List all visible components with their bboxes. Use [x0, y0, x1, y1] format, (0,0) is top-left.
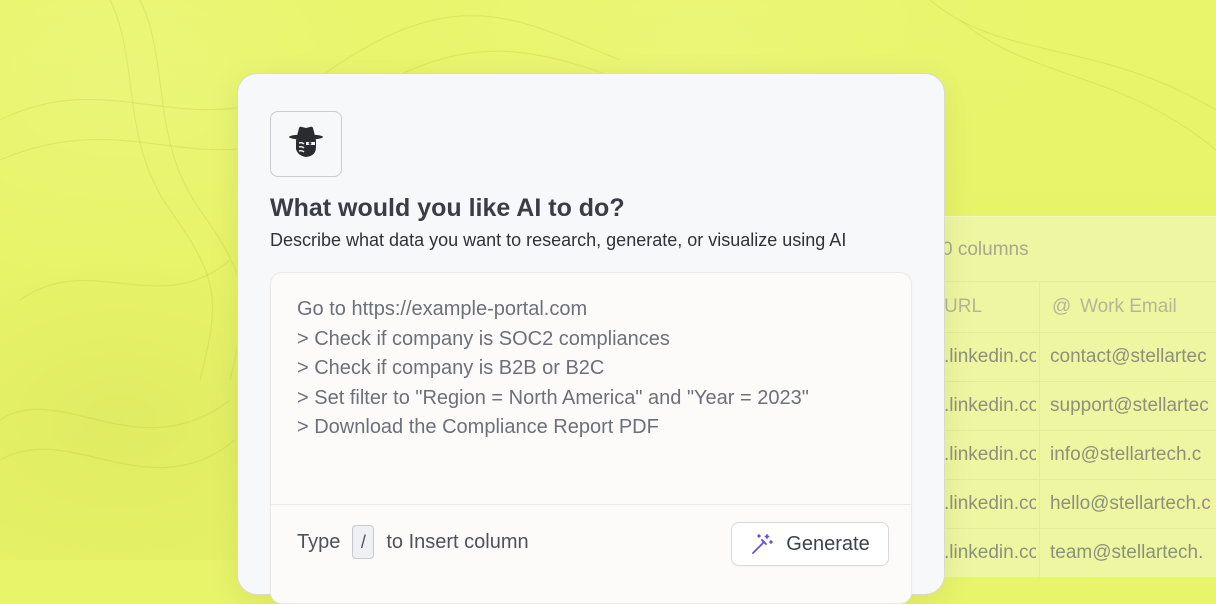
page-subtitle: Describe what data you want to research,… [270, 230, 847, 250]
table-row: .linkedin.co info@stellartech.c [900, 430, 1216, 480]
background-table: 0 columns URL @ Work Email .linkedin.co … [900, 216, 1216, 581]
logo-box [270, 111, 342, 177]
at-icon: @ [1052, 296, 1072, 317]
prompt-input[interactable]: Go to https://example-portal.com > Check … [270, 272, 912, 604]
insert-column-hint: Type / to Insert column [297, 525, 529, 559]
email-cell: info@stellartech.c [1050, 444, 1202, 465]
prompt-divider [271, 504, 911, 505]
prompt-line: > Check if company is SOC2 compliances [297, 327, 670, 350]
magic-wand-icon [750, 532, 774, 556]
url-cell: .linkedin.co [944, 395, 1036, 416]
table-header-row: URL @ Work Email [900, 281, 1216, 333]
detective-hat-icon [288, 125, 324, 164]
table-row: .linkedin.co hello@stellartech.c [900, 479, 1216, 529]
header-url: URL [944, 296, 983, 317]
table-row: .linkedin.co contact@stellartec [900, 332, 1216, 382]
hint-text-before: Type [297, 530, 341, 553]
email-cell: contact@stellartec [1050, 346, 1207, 367]
url-cell: .linkedin.co [944, 346, 1036, 367]
email-cell: team@stellartech. [1050, 542, 1204, 563]
prompt-line: > Set filter to "Region = North America"… [297, 386, 809, 409]
ai-prompt-card: What would you like AI to do? Describe w… [237, 73, 945, 604]
table-row: .linkedin.co support@stellartec [900, 381, 1216, 431]
email-cell: support@stellartec [1050, 395, 1209, 416]
url-cell: .linkedin.co [944, 444, 1036, 465]
prompt-text[interactable]: Go to https://example-portal.com > Check … [297, 295, 897, 443]
email-cell: hello@stellartech.c [1050, 493, 1211, 514]
url-cell: .linkedin.co [944, 493, 1036, 514]
columns-count-label: 0 columns [942, 239, 1029, 260]
page-title: What would you like AI to do? [270, 194, 625, 222]
generate-button-label: Generate [786, 532, 870, 555]
url-cell: .linkedin.co [944, 542, 1036, 563]
table-row: .linkedin.co team@stellartech. [900, 528, 1216, 578]
slash-key: / [352, 525, 375, 559]
prompt-line: > Check if company is B2B or B2C [297, 357, 605, 379]
hint-text-after: to Insert column [386, 530, 529, 553]
generate-button[interactable]: Generate [731, 522, 889, 566]
prompt-line: > Download the Compliance Report PDF [297, 416, 659, 438]
header-work-email: Work Email [1080, 296, 1177, 317]
prompt-line: Go to https://example-portal.com [297, 298, 588, 320]
